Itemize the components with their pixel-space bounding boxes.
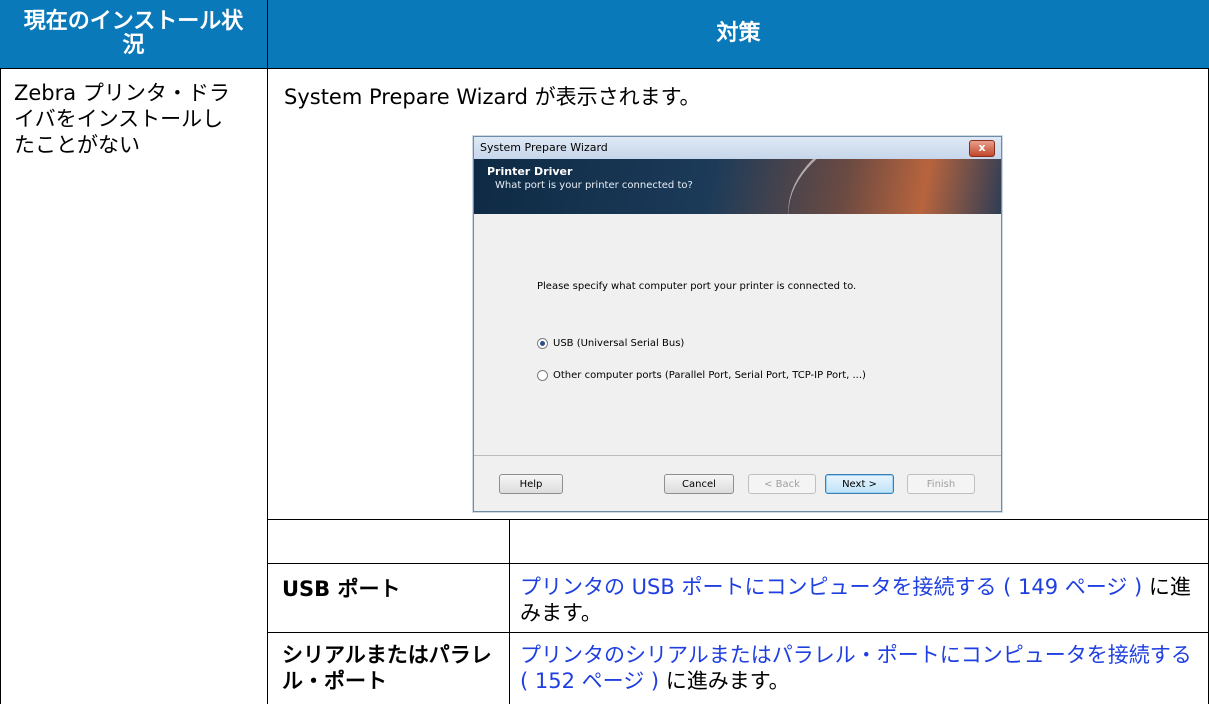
serial-parallel-suffix: に進みます。 [659, 669, 790, 693]
radio-usb[interactable]: USB (Universal Serial Bus) [537, 338, 684, 349]
usb-port-label: USB ポート [282, 577, 401, 601]
system-prepare-wizard-dialog: System Prepare Wizard x Printer Driver W… [473, 136, 1002, 512]
subrow-divider [267, 519, 1209, 520]
usb-port-action: プリンタの USB ポートにコンピュータを接続する ( 149 ページ ) に進… [520, 574, 1196, 626]
serial-parallel-link[interactable]: プリンタのシリアルまたはパラレル・ポートにコンピュータを接続する ( 152 ペ… [520, 643, 1192, 693]
subrow-divider [267, 632, 1209, 633]
usb-port-link[interactable]: プリンタの USB ポートにコンピュータを接続する ( 149 ページ ) [520, 575, 1142, 599]
radio-other-ports[interactable]: Other computer ports (Parallel Port, Ser… [537, 370, 866, 381]
header-action: 対策 [268, 0, 1209, 68]
header-action-label: 対策 [716, 21, 761, 46]
close-icon[interactable]: x [969, 140, 995, 157]
banner-swoosh-graphic [766, 159, 982, 214]
banner-title: Printer Driver [487, 165, 573, 178]
banner-subtitle: What port is your printer connected to? [495, 180, 693, 191]
header-current-status-label: 現在のインストール状況 [23, 9, 244, 58]
subcolumn-divider [509, 519, 510, 704]
cancel-button[interactable]: Cancel [664, 474, 734, 494]
dialog-title: System Prepare Wizard [480, 141, 608, 154]
help-button[interactable]: Help [499, 474, 563, 494]
table-border-left [0, 68, 1, 704]
serial-parallel-action: プリンタのシリアルまたはパラレル・ポートにコンピュータを接続する ( 152 ペ… [520, 642, 1196, 694]
column-divider [267, 0, 268, 704]
radio-usb-label: USB (Universal Serial Bus) [553, 338, 685, 349]
header-current-status: 現在のインストール状況 [0, 0, 267, 68]
status-cell: Zebra プリンタ・ドライバをインストールしたことがない [14, 80, 244, 158]
dialog-banner: Printer Driver What port is your printer… [474, 159, 1001, 214]
back-button[interactable]: < Back [748, 474, 816, 494]
subrow-divider [267, 563, 1209, 564]
radio-other-ports-label: Other computer ports (Parallel Port, Ser… [553, 370, 866, 381]
serial-parallel-label: シリアルまたはパラレル・ポート [282, 643, 492, 693]
port-prompt: Please specify what computer port your p… [537, 281, 857, 292]
radio-selected-icon[interactable] [537, 338, 548, 349]
dialog-titlebar: System Prepare Wizard x [474, 137, 1001, 159]
document-table: 現在のインストール状況 対策 Zebra プリンタ・ドライバをインストールしたこ… [0, 0, 1209, 704]
status-text: Zebra プリンタ・ドライバをインストールしたことがない [14, 81, 230, 157]
row-divider [0, 68, 1209, 69]
action-text: System Prepare Wizard が表示されます。 [284, 85, 701, 109]
dialog-body: Please specify what computer port your p… [474, 214, 1001, 454]
finish-button[interactable]: Finish [907, 474, 975, 494]
dialog-separator [474, 455, 1001, 456]
radio-unselected-icon[interactable] [537, 370, 548, 381]
next-button[interactable]: Next > [825, 474, 894, 494]
